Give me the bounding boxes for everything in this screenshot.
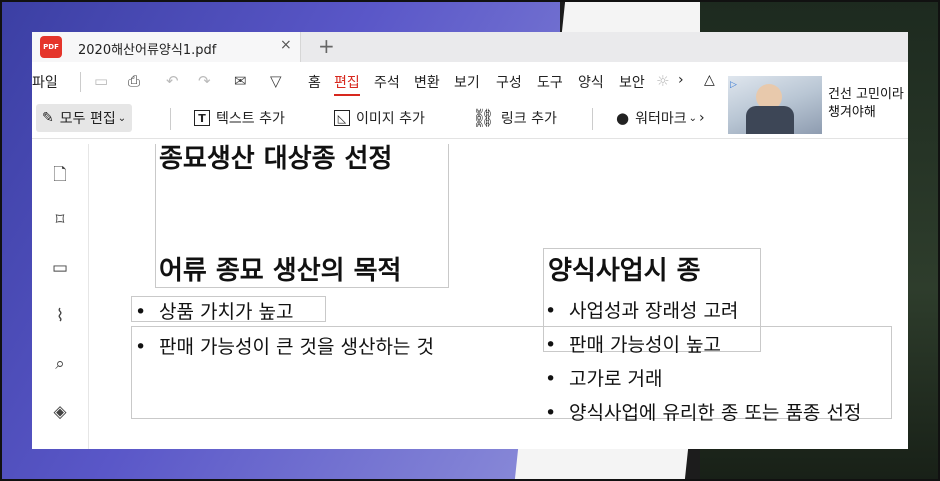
screenshot-border [0,0,940,481]
